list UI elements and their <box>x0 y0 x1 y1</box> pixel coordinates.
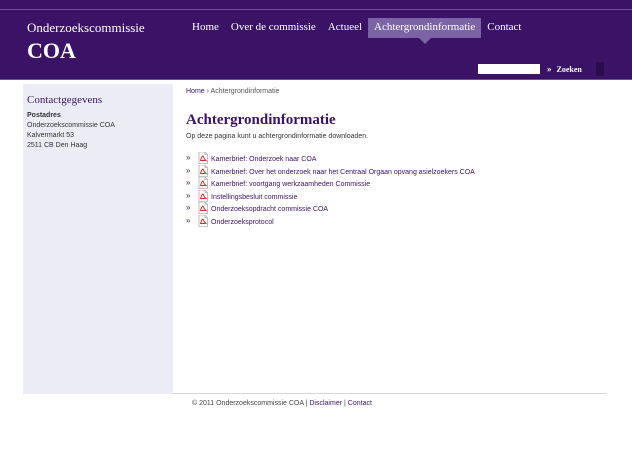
sidebar: Contactgegevens Postadres Onderzoekscomm… <box>23 84 173 394</box>
search-button[interactable]: » Zoeken <box>543 62 598 76</box>
document-link[interactable]: Onderzoeksprotocol <box>211 217 274 229</box>
double-chevron-right-icon: » <box>186 203 191 212</box>
pdf-icon <box>198 176 208 189</box>
double-chevron-right-icon: » <box>186 165 191 175</box>
main-content: Home › Achtergrondinformatie Achtergrond… <box>186 88 606 229</box>
pdf-icon <box>198 164 208 177</box>
footer-separator: | <box>305 400 308 407</box>
document-item: » Kamerbrief: voortgang werkzaamheden Co… <box>186 176 606 192</box>
breadcrumb: Home › Achtergrondinformatie <box>186 88 606 95</box>
document-item: » Kamerbrief: Over het onderzoek naar he… <box>186 164 606 180</box>
double-chevron-right-icon: » <box>186 215 191 225</box>
page-intro: Op deze pagina kunt u achtergrondinforma… <box>186 133 369 140</box>
address-line-street: Kalvermarkt 53 <box>27 132 75 139</box>
document-link[interactable]: Kamerbrief: Over het onderzoek naar het … <box>211 167 475 179</box>
double-chevron-right-icon: » <box>547 64 552 74</box>
footer: © 2011 Onderzoekscommissie COA | Disclai… <box>192 400 372 407</box>
double-chevron-right-icon: » <box>186 178 191 187</box>
nav-item-over-de-commissie[interactable]: Over de commissie <box>225 18 322 38</box>
document-list: » Kamerbrief: Onderzoek naar COA » Kamer… <box>186 151 606 230</box>
nav-item-actueel[interactable]: Actueel <box>322 18 368 38</box>
address-line-city: 2511 CB Den Haag <box>27 142 88 149</box>
nav-item-home[interactable]: Home <box>186 18 225 38</box>
footer-disclaimer-link[interactable]: Disclaimer <box>309 400 342 407</box>
address-line-name: Onderzoekscommissie COA <box>27 122 115 129</box>
header-top-divider <box>0 9 632 10</box>
document-item: » Onderzoeksprotocol <box>186 214 606 230</box>
page-body: Contactgegevens Postadres Onderzoekscomm… <box>23 84 607 394</box>
footer-copyright: © 2011 Onderzoekscommissie COA <box>192 400 304 407</box>
document-link[interactable]: Kamerbrief: Onderzoek naar COA <box>211 154 316 166</box>
site-header: Onderzoekscommissie COA Home Over de com… <box>0 0 632 80</box>
double-chevron-right-icon: » <box>186 153 191 162</box>
document-item: » Onderzoeksopdracht commissie COA <box>186 201 606 217</box>
page-title: Achtergrondinformatie <box>186 112 336 128</box>
search-input[interactable] <box>478 64 540 74</box>
document-item: » Instellingsbesluit commissie <box>186 189 606 205</box>
pdf-icon <box>198 151 208 164</box>
pdf-icon <box>198 189 208 202</box>
footer-separator: | <box>344 400 346 407</box>
main-nav: Home Over de commissie Actueel Achtergro… <box>186 18 527 44</box>
double-chevron-right-icon: » <box>186 190 191 200</box>
breadcrumb-home-link[interactable]: Home <box>186 88 205 95</box>
brand-subtitle[interactable]: Onderzoekscommissie <box>27 20 145 36</box>
nav-item-achtergrondinformatie[interactable]: Achtergrondinformatie <box>368 18 482 44</box>
breadcrumb-current: Achtergrondinformatie <box>210 88 280 95</box>
document-link[interactable]: Instellingsbesluit commissie <box>211 192 297 204</box>
brand-logo[interactable]: COA <box>27 38 76 64</box>
document-item: » Kamerbrief: Onderzoek naar COA <box>186 151 606 167</box>
document-link[interactable]: Kamerbrief: voortgang werkzaamheden Comm… <box>211 179 370 191</box>
search-box-end <box>596 62 604 76</box>
breadcrumb-separator: › <box>206 88 209 95</box>
nav-item-contact[interactable]: Contact <box>481 18 527 38</box>
sidebar-title: Contactgegevens <box>27 94 103 106</box>
document-link[interactable]: Onderzoeksopdracht commissie COA <box>211 204 328 216</box>
search-button-label: Zoeken <box>556 64 582 74</box>
pdf-icon <box>198 214 208 227</box>
footer-contact-link[interactable]: Contact <box>348 400 372 407</box>
header-bottom-divider <box>0 79 632 80</box>
address-label: Postadres <box>27 112 61 119</box>
pdf-icon <box>198 201 208 214</box>
